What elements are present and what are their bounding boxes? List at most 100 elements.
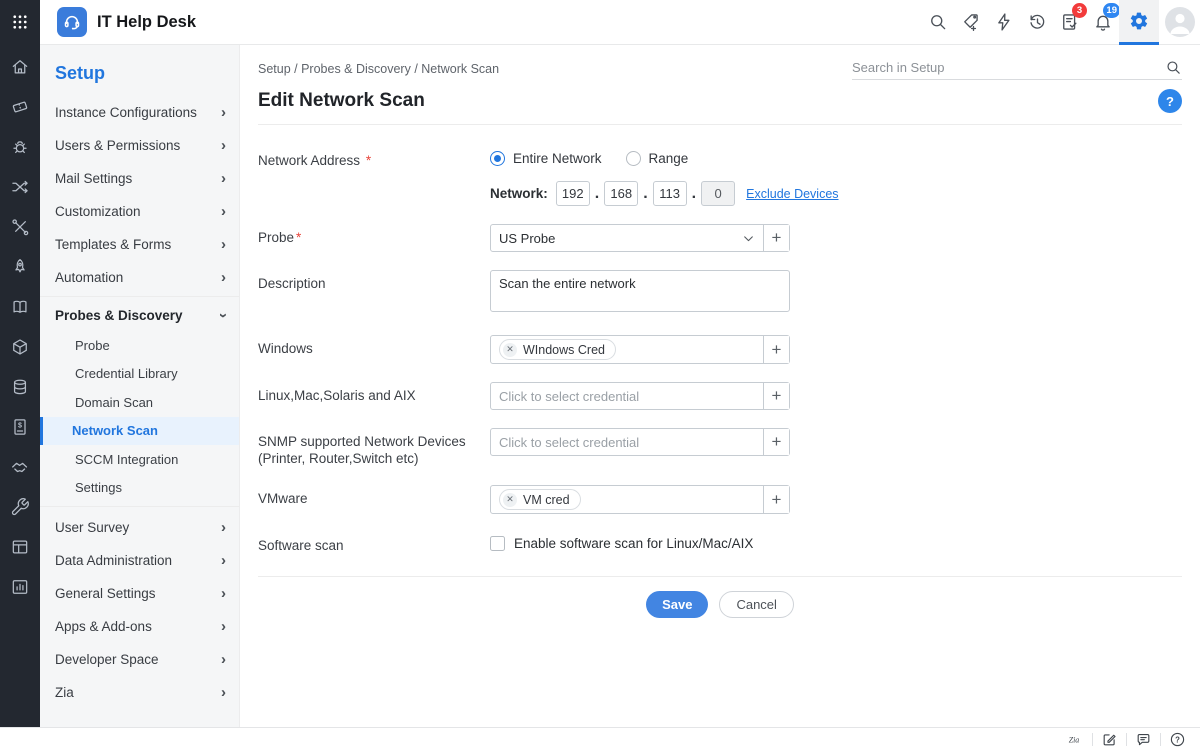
sidebar-item-users-permissions[interactable]: Users & Permissions› [40, 129, 239, 162]
network-label: Network: [490, 186, 548, 201]
vmware-credential-chip[interactable]: ✕ VM cred [499, 489, 581, 510]
sidebar-subitem-settings[interactable]: Settings [40, 474, 239, 503]
flash-icon[interactable] [987, 0, 1020, 45]
form-divider [258, 576, 1182, 577]
zia-assistant-icon[interactable]: Zia [1059, 728, 1092, 750]
search-icon[interactable] [1165, 59, 1182, 76]
settings-gear-icon[interactable] [1119, 0, 1159, 45]
add-probe-button[interactable]: + [763, 225, 789, 251]
add-snmp-credential-button[interactable]: + [763, 429, 789, 455]
notifications-bell-icon[interactable]: 19 [1086, 0, 1119, 45]
ticket-icon[interactable] [0, 87, 40, 127]
sidebar-item-developer-space[interactable]: Developer Space› [40, 643, 239, 676]
linux-label: Linux,Mac,Solaris and AIX [258, 382, 490, 404]
octet-3-input[interactable] [653, 181, 687, 206]
feedback-edit-icon[interactable] [1093, 728, 1126, 750]
vmware-credential-field[interactable]: ✕ VM cred [491, 486, 763, 513]
sidebar-item-data-administration[interactable]: Data Administration› [40, 544, 239, 577]
vmware-label: VMware [258, 485, 490, 507]
linux-credential-field[interactable]: Click to select credential [491, 383, 763, 409]
book-icon[interactable] [0, 287, 40, 327]
bug-icon[interactable] [0, 127, 40, 167]
add-linux-credential-button[interactable]: + [763, 383, 789, 409]
page-title: Edit Network Scan [258, 90, 425, 112]
add-windows-credential-button[interactable]: + [763, 336, 789, 363]
main-content: Setup / Probes & Discovery / Network Sca… [240, 45, 1200, 727]
windows-credential-chip[interactable]: ✕ WIndows Cred [499, 339, 616, 360]
radio-entire-network[interactable]: Entire Network [490, 151, 602, 166]
headset-logo-icon[interactable] [57, 7, 87, 37]
probe-select[interactable]: US Probe [491, 225, 763, 251]
remove-chip-icon[interactable]: ✕ [503, 343, 517, 357]
remove-chip-icon[interactable]: ✕ [503, 493, 517, 507]
database-icon[interactable] [0, 367, 40, 407]
setup-sidebar: Setup Instance Configurations› Users & P… [40, 45, 240, 727]
left-icon-rail: $ [0, 45, 40, 727]
software-scan-checkbox-label: Enable software scan for Linux/Mac/AIX [514, 536, 753, 551]
sidebar-subitem-credential-library[interactable]: Credential Library [40, 360, 239, 389]
home-icon[interactable] [0, 47, 40, 87]
bottom-bar: Zia ? [0, 727, 1200, 750]
board-icon[interactable] [0, 527, 40, 567]
snmp-credential-field[interactable]: Click to select credential [491, 429, 763, 455]
package-cube-icon[interactable] [0, 327, 40, 367]
software-scan-label: Software scan [258, 532, 490, 554]
handshake-icon[interactable] [0, 447, 40, 487]
software-scan-checkbox[interactable] [490, 536, 505, 551]
tag-add-icon[interactable] [954, 0, 987, 45]
cancel-button[interactable]: Cancel [719, 591, 793, 618]
wrench-icon[interactable] [0, 487, 40, 527]
network-address-label: Network Address * [258, 147, 490, 169]
sidebar-item-customization[interactable]: Customization› [40, 195, 239, 228]
save-button[interactable]: Save [646, 591, 708, 618]
octet-1-input[interactable] [556, 181, 590, 206]
sidebar-item-probes-discovery[interactable]: Probes & Discovery› [40, 299, 239, 331]
sidebar-subitem-sccm-integration[interactable]: SCCM Integration [40, 445, 239, 474]
shuffle-icon[interactable] [0, 167, 40, 207]
add-vmware-credential-button[interactable]: + [763, 486, 789, 513]
exclude-devices-link[interactable]: Exclude Devices [746, 187, 838, 201]
search-icon[interactable] [921, 0, 954, 45]
sidebar-item-instance-configurations[interactable]: Instance Configurations› [40, 96, 239, 129]
user-avatar[interactable] [1165, 7, 1195, 37]
search-input[interactable] [852, 60, 1165, 75]
apps-grid-icon[interactable] [0, 0, 40, 45]
octet-2-input[interactable] [604, 181, 638, 206]
approvals-badge: 3 [1072, 3, 1087, 18]
rocket-icon[interactable] [0, 247, 40, 287]
description-label: Description [258, 270, 490, 292]
sidebar-item-templates-forms[interactable]: Templates & Forms› [40, 228, 239, 261]
sidebar-title: Setup [40, 57, 239, 96]
radio-unselected-icon[interactable] [626, 151, 641, 166]
breadcrumb[interactable]: Setup / Probes & Discovery / Network Sca… [258, 62, 499, 80]
history-icon[interactable] [1020, 0, 1053, 45]
windows-credential-field[interactable]: ✕ WIndows Cred [491, 336, 763, 363]
sidebar-item-apps-addons[interactable]: Apps & Add-ons› [40, 610, 239, 643]
sidebar-item-automation[interactable]: Automation› [40, 261, 239, 294]
probes-discovery-section: Probes & Discovery› Probe Credential Lib… [40, 296, 239, 507]
notifications-badge: 19 [1103, 3, 1120, 18]
help-button[interactable]: ? [1158, 89, 1182, 113]
sidebar-item-zia[interactable]: Zia› [40, 676, 239, 709]
radio-range[interactable]: Range [626, 151, 689, 166]
chevron-right-icon: › [221, 236, 226, 253]
chat-icon[interactable] [1127, 728, 1160, 750]
svg-text:?: ? [1175, 735, 1180, 744]
description-textarea[interactable]: Scan the entire network [490, 270, 790, 312]
sidebar-item-user-survey[interactable]: User Survey› [40, 511, 239, 544]
chevron-right-icon: › [221, 585, 226, 602]
help-circle-icon[interactable]: ? [1161, 728, 1194, 750]
tools-icon[interactable] [0, 207, 40, 247]
radio-selected-icon[interactable] [490, 151, 505, 166]
sidebar-subitem-network-scan[interactable]: Network Scan [40, 417, 239, 446]
sidebar-item-mail-settings[interactable]: Mail Settings› [40, 162, 239, 195]
report-chart-icon[interactable] [0, 567, 40, 607]
octet-4-input [701, 181, 735, 206]
invoice-icon[interactable]: $ [0, 407, 40, 447]
sidebar-item-general-settings[interactable]: General Settings› [40, 577, 239, 610]
approvals-icon[interactable]: 3 [1053, 0, 1086, 45]
top-bar: IT Help Desk [0, 0, 1200, 45]
windows-label: Windows [258, 335, 490, 357]
sidebar-subitem-domain-scan[interactable]: Domain Scan [40, 388, 239, 417]
sidebar-subitem-probe[interactable]: Probe [40, 331, 239, 360]
